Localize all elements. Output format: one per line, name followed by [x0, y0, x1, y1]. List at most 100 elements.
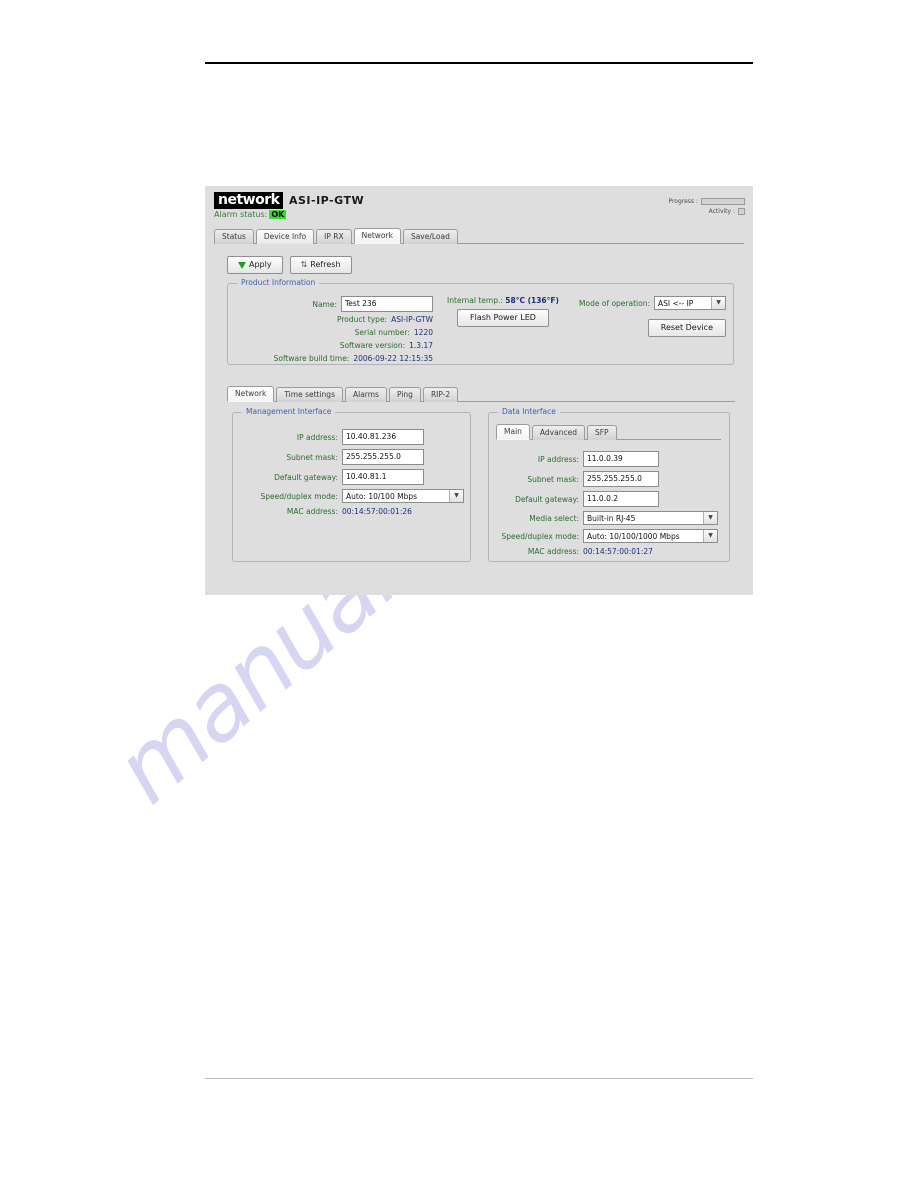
data-mac-address-row: MAC address: 00:14:57:00:01:27	[489, 547, 729, 556]
recycle-icon: ⇅	[300, 260, 308, 269]
data-media-select-row: Media select: Built-in RJ-45 ▼	[489, 511, 729, 525]
data-mac-address-label: MAC address:	[527, 547, 579, 556]
mgmt-default-gateway-label: Default gateway:	[274, 472, 338, 482]
product-information-group: Product Information Name: Test 236 Produ…	[227, 278, 734, 365]
activity-label: Activity :	[708, 208, 735, 215]
page-footer-rule	[205, 1078, 753, 1079]
mgmt-speed-duplex-label: Speed/duplex mode:	[260, 491, 339, 501]
sub-tabstrip: Network Time settings Alarms Ping RIP-2	[227, 386, 735, 402]
data-tab-sfp[interactable]: SFP	[586, 425, 617, 440]
data-media-select-label: Media select:	[529, 513, 579, 523]
product-information-title: Product Information	[237, 278, 320, 287]
management-interface-title: Management Interface	[242, 407, 336, 416]
alarm-status-badge: OK	[269, 210, 287, 219]
data-default-gateway-input[interactable]: 11.0.0.2	[583, 491, 659, 507]
data-ip-address-input[interactable]: 11.0.0.39	[583, 451, 659, 467]
alarm-status: Alarm status: OK	[214, 210, 287, 219]
serial-number-value: 1220	[413, 328, 433, 337]
mgmt-subnet-mask-row: Subnet mask: 255.255.255.0	[233, 449, 470, 465]
subtab-rip-2[interactable]: RIP-2	[422, 387, 459, 402]
subtab-alarms[interactable]: Alarms	[344, 387, 387, 402]
mgmt-ip-address-input[interactable]: 10.40.81.236	[342, 429, 424, 445]
serial-number-row: Serial number: 1220	[238, 327, 433, 338]
mgmt-speed-duplex-select[interactable]: Auto: 10/100 Mbps ▼	[342, 489, 464, 503]
subtab-time-settings[interactable]: Time settings	[276, 387, 343, 402]
progress-label: Progress :	[668, 198, 698, 205]
chevron-down-icon[interactable]: ▼	[449, 490, 463, 502]
mgmt-speed-duplex-value: Auto: 10/100 Mbps	[346, 492, 417, 501]
data-tab-main[interactable]: Main	[496, 424, 530, 440]
reset-device-button[interactable]: Reset Device	[647, 319, 726, 337]
software-version-row: Software version: 1.3.17	[238, 340, 433, 351]
action-bar: Apply ⇅ Refresh	[227, 256, 352, 274]
mgmt-ip-address-label: IP address:	[296, 432, 338, 442]
internal-temp-row: Internal temp.: 58°C (136°F)	[433, 296, 573, 305]
mgmt-mac-address-label: MAC address:	[286, 507, 338, 516]
data-speed-duplex-row: Speed/duplex mode: Auto: 10/100/1000 Mbp…	[489, 529, 729, 543]
mgmt-mac-address-row: MAC address: 00:14:57:00:01:26	[233, 507, 470, 516]
activity-indicator	[738, 208, 745, 215]
product-name-input[interactable]: Test 236	[341, 296, 433, 312]
product-title: ASI-IP-GTW	[289, 194, 365, 207]
product-info-right-column: Mode of operation: ASI <-- IP ▼ Reset De…	[576, 296, 726, 337]
reset-device-row: Reset Device	[576, 315, 726, 337]
page-header-rule	[205, 62, 753, 64]
chevron-down-icon[interactable]: ▼	[703, 512, 717, 524]
subtab-network[interactable]: Network	[227, 386, 275, 402]
serial-number-label: Serial number:	[354, 328, 410, 337]
tab-ip-rx[interactable]: IP RX	[316, 229, 352, 244]
software-version-label: Software version:	[339, 341, 406, 350]
management-interface-group: Management Interface IP address: 10.40.8…	[232, 407, 471, 562]
data-interface-group: Data Interface Main Advanced SFP IP addr…	[488, 407, 730, 562]
software-build-time-value: 2006-09-22 12:15:35	[353, 354, 433, 363]
software-version-value: 1.3.17	[409, 341, 433, 350]
data-speed-duplex-select[interactable]: Auto: 10/100/1000 Mbps ▼	[583, 529, 718, 543]
data-subnet-mask-input[interactable]: 255.255.255.0	[583, 471, 659, 487]
data-interface-title: Data Interface	[498, 407, 560, 416]
mgmt-subnet-mask-input[interactable]: 255.255.255.0	[342, 449, 424, 465]
internal-temp-value: 58°C (136°F)	[505, 296, 559, 305]
data-media-select-value: Built-in RJ-45	[587, 514, 636, 523]
application-window: network ASI-IP-GTW Alarm status: OK Progr…	[205, 186, 753, 595]
tab-save-load[interactable]: Save/Load	[402, 229, 458, 244]
refresh-button[interactable]: ⇅ Refresh	[289, 256, 352, 274]
data-ip-address-label: IP address:	[537, 454, 579, 464]
product-type-label: Product type:	[336, 315, 388, 324]
mgmt-ip-address-row: IP address: 10.40.81.236	[233, 429, 470, 445]
data-default-gateway-row: Default gateway: 11.0.0.2	[489, 491, 729, 507]
mode-of-operation-row: Mode of operation: ASI <-- IP ▼	[576, 296, 726, 310]
app-header: network ASI-IP-GTW Alarm status: OK Progr…	[205, 186, 753, 230]
apply-button[interactable]: Apply	[227, 256, 283, 274]
data-interface-tabstrip: Main Advanced SFP	[496, 424, 721, 440]
mgmt-default-gateway-input[interactable]: 10.40.81.1	[342, 469, 424, 485]
main-tabstrip: Status Device Info IP RX Network Save/Lo…	[214, 228, 744, 244]
tab-network[interactable]: Network	[353, 228, 401, 244]
chevron-down-icon[interactable]: ▼	[703, 530, 717, 542]
apply-button-label: Apply	[249, 260, 272, 269]
data-subnet-mask-row: Subnet mask: 255.255.255.0	[489, 471, 729, 487]
software-build-time-label: Software build time:	[273, 354, 350, 363]
progress-row: Progress :	[668, 198, 745, 205]
data-subnet-mask-label: Subnet mask:	[527, 474, 579, 484]
status-meters: Progress : Activity :	[668, 198, 745, 218]
product-type-row: Product type: ASI-IP-GTW	[238, 314, 433, 325]
tab-status[interactable]: Status	[214, 229, 254, 244]
alarm-status-label: Alarm status:	[214, 210, 268, 219]
tab-device-info[interactable]: Device Info	[255, 229, 315, 244]
data-speed-duplex-value: Auto: 10/100/1000 Mbps	[587, 532, 680, 541]
subtab-ping[interactable]: Ping	[388, 387, 421, 402]
software-build-time-row: Software build time: 2006-09-22 12:15:35	[238, 353, 433, 364]
chevron-down-icon[interactable]: ▼	[711, 297, 725, 309]
refresh-button-label: Refresh	[310, 260, 341, 269]
data-ip-address-row: IP address: 11.0.0.39	[489, 451, 729, 467]
mgmt-mac-address-value: 00:14:57:00:01:26	[342, 507, 412, 516]
product-name-label: Name:	[312, 299, 337, 309]
data-interface-fields: IP address: 11.0.0.39 Subnet mask: 255.2…	[489, 451, 729, 560]
data-tab-advanced[interactable]: Advanced	[531, 425, 585, 440]
flash-power-led-button[interactable]: Flash Power LED	[457, 309, 549, 327]
data-media-select[interactable]: Built-in RJ-45 ▼	[583, 511, 718, 525]
internal-temp-label: Internal temp.:	[447, 296, 503, 305]
product-name-row: Name: Test 236	[238, 296, 433, 312]
mode-of-operation-select[interactable]: ASI <-- IP ▼	[654, 296, 726, 310]
mode-of-operation-label: Mode of operation:	[579, 298, 650, 308]
